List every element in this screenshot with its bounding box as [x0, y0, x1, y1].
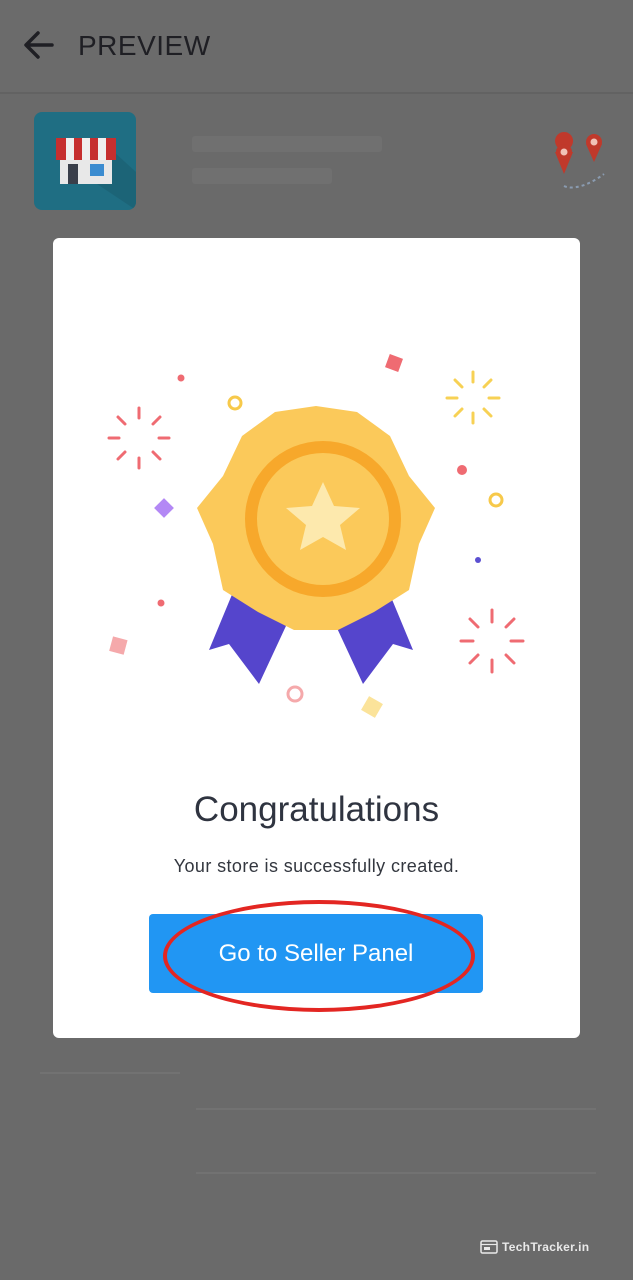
award-ribbon-star-icon [107, 354, 525, 718]
placeholder-line [192, 168, 332, 184]
back-button[interactable] [18, 24, 60, 66]
placeholder-line [192, 136, 382, 152]
go-to-seller-panel-button[interactable]: Go to Seller Panel [149, 914, 483, 993]
divider [196, 1172, 596, 1174]
dialog-message: Your store is successfully created. [173, 856, 460, 876]
store-thumbnail [34, 112, 136, 210]
watermark-text: TechTracker.in [502, 1240, 590, 1254]
dialog-title: Congratulations [193, 790, 440, 829]
divider [40, 1072, 180, 1074]
page-title: PREVIEW [78, 30, 211, 61]
browser-window-icon [480, 1240, 498, 1254]
arrow-left-icon [24, 31, 54, 59]
map-pins-icon [548, 130, 608, 190]
app-bar: PREVIEW [0, 0, 633, 94]
success-dialog: Congratulations Your store is successful… [53, 238, 580, 1038]
watermark: TechTracker.in [480, 1237, 589, 1257]
divider [196, 1108, 596, 1110]
storefront-icon [56, 138, 136, 210]
